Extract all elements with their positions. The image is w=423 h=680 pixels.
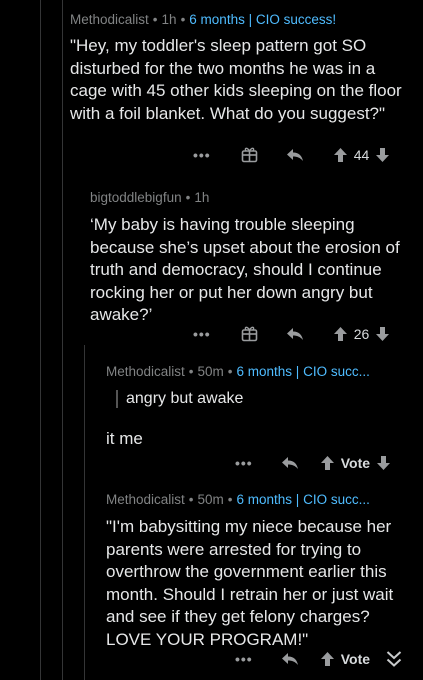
comment-actions: ••• 44: [193, 146, 390, 163]
reply-icon[interactable]: [286, 148, 304, 162]
collapse-chevron-icon[interactable]: [386, 650, 402, 668]
thread-line-level2: [84, 345, 85, 680]
comment-actions: ••• 26: [193, 325, 390, 342]
upvote-icon[interactable]: [333, 147, 347, 162]
upvote-icon[interactable]: [320, 652, 334, 666]
comment-1: Methodicalist • 1h • 6 months | CIO success!…: [70, 12, 410, 125]
reply-icon[interactable]: [286, 327, 304, 341]
separator-dot: •: [185, 190, 191, 205]
more-options-button[interactable]: •••: [193, 147, 211, 163]
reply-icon[interactable]: [281, 652, 299, 666]
separator-dot: •: [227, 364, 233, 379]
user-flair: 6 months | CIO succ...: [236, 364, 370, 379]
vote-label: Vote: [340, 455, 371, 471]
more-options-button[interactable]: •••: [235, 455, 253, 471]
comment-meta: Methodicalist • 50m • 6 months | CIO succ...: [106, 492, 411, 507]
reply-icon[interactable]: [281, 456, 299, 470]
upvote-icon[interactable]: [333, 326, 347, 341]
comment-age: 50m: [197, 364, 224, 379]
user-flair: 6 months | CIO succ...: [236, 492, 370, 507]
comment-meta: Methodicalist • 50m • 6 months | CIO succ...: [106, 364, 416, 379]
more-options-button[interactable]: •••: [235, 651, 253, 667]
comment-body: "I'm babysitting my niece because her pa…: [106, 517, 394, 649]
vote-label: Vote: [340, 651, 371, 667]
vote-count: 26: [353, 325, 370, 342]
author-name[interactable]: Methodicalist: [106, 492, 185, 507]
comment-3: Methodicalist • 50m • 6 months | CIO succ...…: [106, 364, 416, 451]
vote-count: 44: [353, 146, 370, 163]
comment-body: "Hey, my toddler's sleep pattern got SO …: [70, 36, 402, 123]
comment-age: 50m: [197, 492, 224, 507]
gift-icon[interactable]: [241, 325, 258, 342]
comment-4: Methodicalist • 50m • 6 months | CIO succ...…: [106, 492, 411, 651]
comment-meta: Methodicalist • 1h • 6 months | CIO success!: [70, 12, 410, 27]
author-name[interactable]: bigtoddlebigfun: [90, 190, 182, 205]
gift-icon[interactable]: [241, 146, 258, 163]
author-name[interactable]: Methodicalist: [70, 12, 149, 27]
separator-dot: •: [152, 12, 158, 27]
separator-dot: •: [180, 12, 186, 27]
comment-body: it me: [106, 429, 143, 448]
thread-line-level1: [62, 0, 63, 680]
comment-2: bigtoddlebigfun • 1h ‘My baby is having tr…: [90, 190, 410, 327]
quote-block: angry but awake: [116, 390, 416, 408]
upvote-icon[interactable]: [320, 456, 334, 470]
separator-dot: •: [188, 492, 194, 507]
separator-dot: •: [188, 364, 194, 379]
comment-actions: ••• Vote: [235, 455, 391, 471]
comment-age: 1h: [194, 190, 210, 205]
comment-age: 1h: [161, 12, 177, 27]
separator-dot: •: [227, 492, 233, 507]
downvote-icon[interactable]: [377, 456, 391, 470]
user-flair: 6 months | CIO success!: [189, 12, 337, 27]
comment-body: ‘My baby is having trouble sleeping beca…: [90, 215, 400, 324]
more-options-button[interactable]: •••: [193, 326, 211, 342]
comment-meta: bigtoddlebigfun • 1h: [90, 190, 410, 205]
downvote-icon[interactable]: [376, 147, 390, 162]
author-name[interactable]: Methodicalist: [106, 364, 185, 379]
comment-actions: ••• Vote: [235, 650, 402, 668]
thread-line-level0: [40, 0, 41, 680]
downvote-icon[interactable]: [376, 326, 390, 341]
